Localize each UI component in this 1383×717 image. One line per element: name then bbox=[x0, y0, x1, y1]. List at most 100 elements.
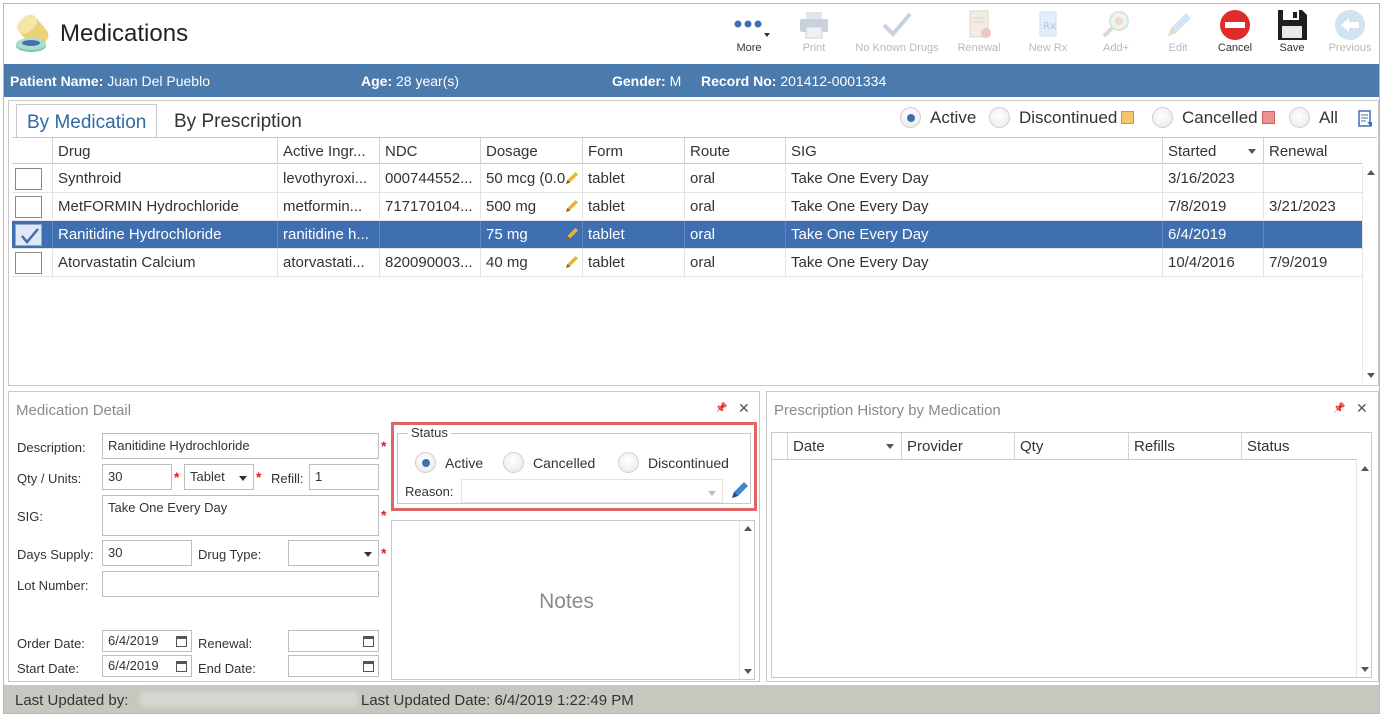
cell-route-text: oral bbox=[690, 226, 716, 243]
save-button[interactable]: Save bbox=[1263, 8, 1321, 62]
filter-active[interactable]: Active bbox=[900, 107, 976, 128]
renewal-button[interactable]: Renewal bbox=[950, 8, 1008, 62]
col-started[interactable]: Started bbox=[1162, 138, 1263, 163]
col-refills[interactable]: Refills bbox=[1128, 433, 1241, 459]
col-date[interactable]: Date bbox=[787, 433, 901, 459]
export-document-icon[interactable] bbox=[1358, 110, 1374, 128]
col-status[interactable]: Status bbox=[1241, 433, 1357, 459]
days-supply-input[interactable]: 30 bbox=[102, 540, 192, 566]
scroll-up-icon[interactable] bbox=[1361, 466, 1369, 471]
add-plus-button[interactable]: Add+ bbox=[1087, 8, 1145, 62]
cell-sig: Take One Every Day bbox=[785, 221, 1162, 248]
edit-dosage-pencil-icon[interactable] bbox=[565, 171, 579, 189]
more-button[interactable]: More bbox=[720, 8, 778, 62]
row-check-cell bbox=[12, 193, 52, 220]
edit-reason-pencil-icon[interactable] bbox=[729, 479, 749, 501]
radio-status-discontinued[interactable] bbox=[618, 452, 639, 473]
scroll-down-icon[interactable] bbox=[744, 669, 752, 674]
filter-all[interactable]: All bbox=[1289, 107, 1338, 128]
start-date-label: Start Date: bbox=[17, 661, 80, 676]
edit-dosage-pencil-icon[interactable] bbox=[565, 227, 579, 245]
cell-started-text: 10/4/2016 bbox=[1168, 254, 1235, 271]
filter-cancelled[interactable]: Cancelled bbox=[1152, 107, 1275, 128]
close-icon[interactable]: ✕ bbox=[1356, 400, 1368, 417]
sig-textarea[interactable]: Take One Every Day bbox=[102, 495, 379, 536]
radio-active[interactable] bbox=[900, 107, 921, 128]
start-date-input[interactable]: 6/4/2019 bbox=[102, 655, 192, 677]
order-date-label: Order Date: bbox=[17, 636, 85, 651]
lot-number-input[interactable] bbox=[102, 571, 379, 597]
cell-form-text: tablet bbox=[588, 170, 625, 187]
order-date-input[interactable]: 6/4/2019 bbox=[102, 630, 192, 652]
reason-select[interactable] bbox=[461, 479, 723, 503]
table-row[interactable]: Synthroid levothyroxi... 000744552... 50 mc… bbox=[12, 165, 1362, 193]
history-scrollbar[interactable] bbox=[1356, 461, 1371, 677]
status-cancelled-option[interactable]: Cancelled bbox=[503, 452, 595, 473]
scroll-down-icon[interactable] bbox=[1361, 667, 1369, 672]
renewal-date-input[interactable] bbox=[288, 630, 379, 652]
pin-icon[interactable]: 📌 bbox=[715, 403, 727, 414]
radio-status-active[interactable] bbox=[415, 452, 436, 473]
col-sig[interactable]: SIG bbox=[785, 138, 1162, 163]
print-button[interactable]: Print bbox=[785, 8, 843, 62]
col-qty[interactable]: Qty bbox=[1014, 433, 1128, 459]
row-checkbox[interactable] bbox=[15, 224, 42, 246]
close-icon[interactable]: ✕ bbox=[738, 400, 750, 417]
row-checkbox[interactable] bbox=[15, 168, 42, 190]
pin-icon[interactable]: 📌 bbox=[1333, 403, 1345, 414]
radio-cancelled[interactable] bbox=[1152, 107, 1173, 128]
cell-sig: Take One Every Day bbox=[785, 193, 1162, 220]
col-provider[interactable]: Provider bbox=[901, 433, 1014, 459]
tab-by-prescription[interactable]: By Prescription bbox=[164, 104, 312, 137]
cell-drug-text: Synthroid bbox=[58, 170, 122, 187]
edit-dosage-pencil-icon[interactable] bbox=[565, 255, 579, 273]
table-row[interactable]: Atorvastatin Calcium atorvastati... 820090… bbox=[12, 249, 1362, 277]
cell-form: tablet bbox=[582, 221, 684, 248]
col-route[interactable]: Route bbox=[684, 138, 785, 163]
edit-dosage-pencil-icon[interactable] bbox=[565, 199, 579, 217]
grid-scrollbar[interactable] bbox=[1362, 165, 1377, 383]
cancel-button[interactable]: Cancel bbox=[1206, 8, 1264, 62]
scroll-down-icon[interactable] bbox=[1367, 373, 1375, 378]
edit-button[interactable]: Edit bbox=[1149, 8, 1207, 62]
col-renewal[interactable]: Renewal bbox=[1263, 138, 1362, 163]
required-marker: * bbox=[381, 545, 387, 561]
description-input[interactable]: Ranitidine Hydrochloride bbox=[102, 433, 379, 459]
calendar-icon[interactable] bbox=[176, 636, 187, 647]
units-select[interactable]: Tablet bbox=[184, 464, 254, 490]
previous-button[interactable]: Previous bbox=[1321, 8, 1379, 62]
calendar-icon[interactable] bbox=[176, 661, 187, 672]
notes-textarea[interactable]: Notes bbox=[391, 520, 755, 680]
col-ndc[interactable]: NDC bbox=[379, 138, 480, 163]
scroll-up-icon[interactable] bbox=[744, 526, 752, 531]
col-dosage[interactable]: Dosage bbox=[480, 138, 582, 163]
radio-discontinued[interactable] bbox=[989, 107, 1010, 128]
no-known-drugs-button[interactable]: No Known Drugs bbox=[852, 8, 942, 62]
end-date-input[interactable] bbox=[288, 655, 379, 677]
row-checkbox[interactable] bbox=[15, 196, 42, 218]
col-form[interactable]: Form bbox=[582, 138, 684, 163]
cell-route-text: oral bbox=[690, 170, 716, 187]
status-highlight-box: Status Active Cancelled Discontinued Rea… bbox=[391, 422, 757, 511]
calendar-icon[interactable] bbox=[363, 636, 374, 647]
qty-input[interactable]: 30 bbox=[102, 464, 172, 490]
tab-by-medication[interactable]: By Medication bbox=[16, 104, 158, 138]
calendar-icon[interactable] bbox=[363, 661, 374, 672]
status-active-option[interactable]: Active bbox=[415, 452, 483, 473]
drug-type-select[interactable] bbox=[288, 540, 379, 566]
col-active-ingredient[interactable]: Active Ingr... bbox=[277, 138, 379, 163]
cell-ndc: 717170104... bbox=[379, 193, 480, 220]
radio-status-cancelled[interactable] bbox=[503, 452, 524, 473]
table-row[interactable]: MetFORMIN Hydrochloride metformin... 71717… bbox=[12, 193, 1362, 221]
new-rx-button[interactable]: Rx New Rx bbox=[1019, 8, 1077, 62]
radio-all[interactable] bbox=[1289, 107, 1310, 128]
scroll-up-icon[interactable] bbox=[1367, 170, 1375, 175]
row-checkbox[interactable] bbox=[15, 252, 42, 274]
refill-input[interactable]: 1 bbox=[309, 464, 379, 490]
filter-discontinued[interactable]: Discontinued bbox=[989, 107, 1135, 128]
medication-detail-title: Medication Detail bbox=[16, 402, 132, 419]
table-row[interactable]: Ranitidine Hydrochloride ranitidine h... 7… bbox=[12, 221, 1362, 249]
col-drug[interactable]: Drug bbox=[52, 138, 277, 163]
status-discontinued-option[interactable]: Discontinued bbox=[618, 452, 729, 473]
notes-scrollbar[interactable] bbox=[739, 521, 754, 679]
